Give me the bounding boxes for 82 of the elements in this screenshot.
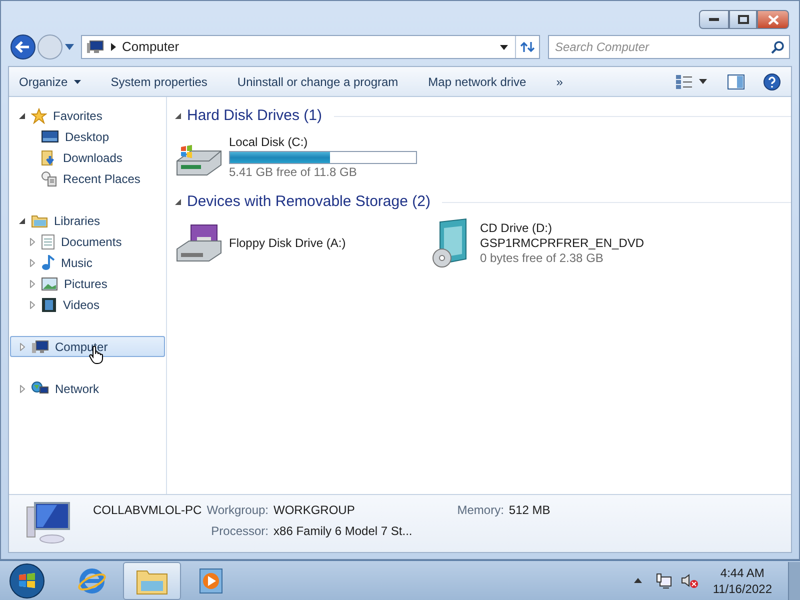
music-note-icon	[41, 254, 55, 270]
taskbar-button[interactable]	[123, 562, 181, 600]
toolbar-button[interactable]: System properties	[110, 72, 208, 90]
start-button[interactable]	[9, 562, 45, 598]
download-folder-icon	[41, 150, 57, 166]
free-space-text: 5.41 GB free of 11.8 GB	[229, 164, 358, 180]
search-field[interactable]: Search Computer	[548, 35, 790, 59]
address-bar[interactable]: Computer	[81, 35, 540, 59]
collapse-arrow-icon[interactable]	[175, 113, 181, 119]
folder-icon	[31, 214, 48, 228]
computer-name: COLLABVMLOL-PC	[93, 502, 202, 519]
expand-arrow-icon[interactable]	[30, 300, 34, 308]
speaker-muted-icon[interactable]	[680, 572, 699, 588]
details-value: WORKGROUP	[274, 502, 356, 519]
breadcrumb[interactable]: Computer	[122, 37, 180, 57]
recent-places-icon	[41, 170, 57, 186]
film-icon	[41, 296, 57, 312]
drive-item[interactable]: Floppy Disk Drive (A:)	[175, 215, 430, 271]
nav-item[interactable]: Desktop	[10, 126, 165, 147]
star-icon	[31, 108, 47, 124]
close-icon	[768, 14, 778, 24]
details-label: Memory:	[456, 502, 504, 519]
document-icon	[41, 234, 55, 250]
nav-item[interactable]: Recent Places	[10, 168, 165, 189]
collapse-arrow-icon[interactable]	[175, 199, 181, 205]
expand-arrow-icon[interactable]	[30, 280, 34, 288]
desktop-icon	[41, 130, 59, 144]
search-icon[interactable]	[771, 40, 785, 54]
free-space-text: 0 bytes free of 2.38 GB	[480, 250, 604, 266]
clock[interactable]: 4:44 AM 11/16/2022	[712, 564, 772, 596]
computer-icon	[86, 40, 104, 54]
group-heading[interactable]: Devices with Removable Storage (2)	[187, 190, 430, 214]
collapse-arrow-icon[interactable]	[19, 112, 25, 118]
floppy-drive-icon	[175, 223, 223, 263]
preview-pane-icon[interactable]	[727, 74, 745, 90]
close-button[interactable]	[757, 10, 789, 29]
picture-icon	[41, 276, 58, 290]
toolbar-button[interactable]: »	[556, 72, 563, 90]
minimize-icon	[709, 18, 719, 21]
nav-item[interactable]: Videos	[10, 294, 165, 315]
nav-item[interactable]: Libraries	[10, 210, 165, 231]
caret-icon	[74, 80, 81, 84]
details-label: Processor:	[210, 523, 269, 540]
show-hidden-icons-button[interactable]	[634, 578, 642, 583]
recent-pages-caret-icon[interactable]	[65, 44, 74, 50]
refresh-arrows-icon	[520, 41, 536, 53]
details-label: Workgroup:	[206, 502, 269, 519]
drive-item[interactable]: CD Drive (D:) GSP1RMCPRFRER_EN_DVD 0 bytes free of 2.38 GB	[430, 215, 791, 271]
volume-label: GSP1RMCPRFRER_EN_DVD	[480, 236, 644, 250]
expand-arrow-icon[interactable]	[20, 342, 24, 350]
nav-item[interactable]: Network	[10, 378, 165, 399]
expand-arrow-icon[interactable]	[20, 384, 24, 392]
globe-computer-icon	[31, 381, 49, 396]
network-icon[interactable]	[656, 572, 672, 588]
computer-icon	[25, 501, 73, 545]
maximize-button[interactable]	[729, 10, 757, 29]
drive-item[interactable]: Local Disk (C:) 5.41 GB free of 11.8 GB	[175, 129, 430, 185]
collapse-arrow-icon[interactable]	[19, 218, 25, 224]
caret-icon	[699, 79, 707, 84]
back-button[interactable]	[10, 34, 36, 60]
maximize-icon	[738, 15, 748, 24]
nav-item[interactable]: Music	[10, 252, 165, 273]
change-view-button[interactable]	[675, 74, 707, 90]
details-value: 512 MB	[508, 502, 550, 519]
expand-arrow-icon[interactable]	[30, 238, 34, 246]
minimize-button[interactable]	[699, 10, 729, 29]
expand-arrow-icon[interactable]	[30, 258, 34, 266]
browser-globe-icon	[77, 566, 107, 596]
view-list-icon	[675, 74, 693, 90]
nav-item[interactable]: Documents	[10, 231, 165, 252]
organize-button[interactable]: Organize	[19, 72, 81, 90]
details-value: x86 Family 6 Model 7 St...	[274, 523, 412, 540]
dropdown-arrow-icon[interactable]	[500, 44, 508, 50]
toolbar-button[interactable]: Map network drive	[428, 72, 526, 90]
breadcrumb-arrow-icon[interactable]	[111, 43, 116, 51]
computer-icon	[31, 340, 49, 354]
nav-item[interactable]: Downloads	[10, 147, 165, 168]
nav-item[interactable]: Favorites	[10, 105, 165, 126]
group-heading[interactable]: Hard Disk Drives (1)	[187, 104, 322, 128]
help-icon[interactable]	[763, 72, 781, 90]
toolbar-button[interactable]: Uninstall or change a program	[237, 72, 398, 90]
nav-item[interactable]: Pictures	[10, 273, 165, 294]
